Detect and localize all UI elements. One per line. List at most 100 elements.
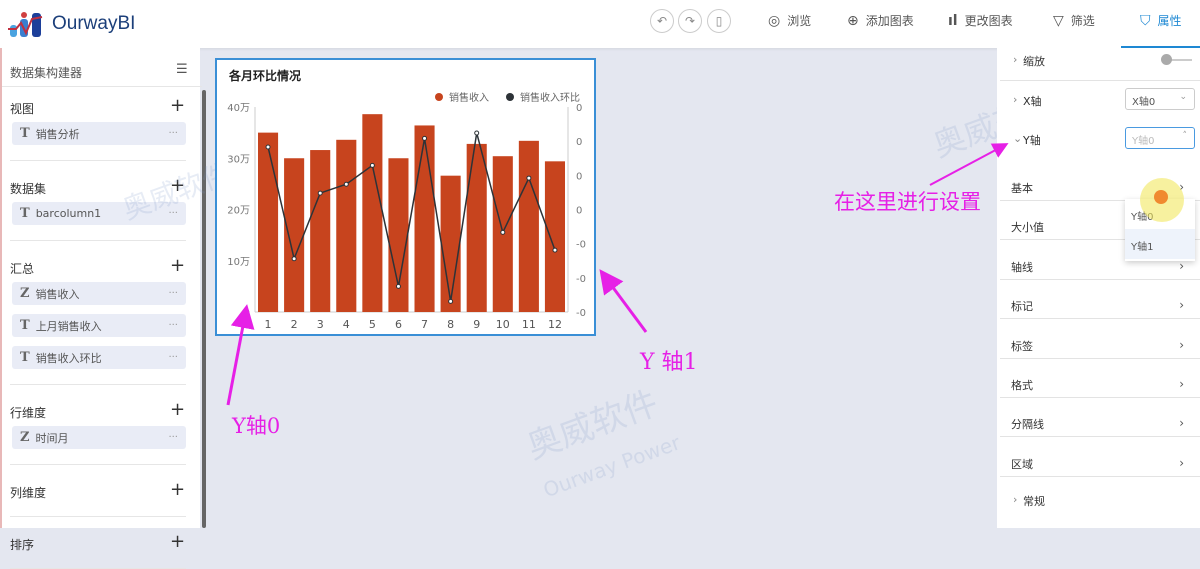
properties-panel: ›缩放 ›X轴 X轴0⌄ ⌄Y轴 Y轴0˄ 基本›大小值›轴线›标记›标签›格式… xyxy=(997,48,1200,528)
add-chart-label: 添加图表 xyxy=(865,14,914,28)
legend-swatch-sales xyxy=(435,93,443,101)
more-icon[interactable]: ··· xyxy=(168,128,178,139)
dropdown-option-y1[interactable]: Y轴1 xyxy=(1125,229,1195,259)
filter-button[interactable]: ▽ 筛选 xyxy=(1053,12,1095,29)
group-label: 标记 xyxy=(1011,300,1033,314)
x-tick-label: 12 xyxy=(548,318,562,331)
field-item[interactable]: T 销售收入环比 ··· xyxy=(12,346,186,369)
divider xyxy=(10,160,186,161)
add-chart-button[interactable]: ⊕ 添加图表 xyxy=(847,12,914,29)
properties-tab[interactable]: ⛉ 属性 xyxy=(1140,12,1182,29)
sidebar-scrollbar[interactable] xyxy=(202,90,206,528)
section-label: 汇总 xyxy=(10,262,35,276)
change-chart-button[interactable]: ıl 更改图表 xyxy=(948,12,1013,29)
ratio-point-1 xyxy=(265,144,271,150)
browse-button[interactable]: ◎ 浏览 xyxy=(768,12,811,29)
legend-swatch-ratio xyxy=(506,93,514,101)
y-axis-label: Y轴 xyxy=(1023,134,1041,147)
bar-9 xyxy=(466,143,487,312)
group-label: 格式 xyxy=(1011,379,1033,392)
plus-icon: + xyxy=(170,479,186,500)
chevron-right-icon: › xyxy=(1179,377,1184,391)
add-5-button[interactable]: + xyxy=(170,531,186,552)
divider xyxy=(1000,278,1200,280)
plus-icon: + xyxy=(170,531,186,552)
watermark: 奥威软件 Ourway Power xyxy=(521,383,684,503)
right-tick-label: -0 xyxy=(576,308,586,319)
undo-button[interactable]: ↶ xyxy=(650,9,674,33)
eye-icon: ◎ xyxy=(768,12,781,29)
logo[interactable]: OurwayBI xyxy=(8,9,135,39)
chevron-up-icon: ˄ xyxy=(1182,131,1188,141)
x-tick-label: 5 xyxy=(369,318,376,331)
x-axis-select[interactable]: X轴0 ⌄ xyxy=(1125,88,1195,110)
plus-icon: + xyxy=(170,399,186,420)
more-icon[interactable]: ··· xyxy=(168,320,178,331)
mobile-icon: ▯ xyxy=(715,14,723,28)
more-icon[interactable]: ··· xyxy=(168,208,178,219)
change-chart-label: 更改图表 xyxy=(964,14,1013,28)
field-item[interactable]: Z 销售收入 ··· xyxy=(12,282,186,305)
plus-icon: + xyxy=(170,175,186,196)
group-label: 区域 xyxy=(1011,457,1033,471)
divider xyxy=(1000,357,1200,359)
properties-label: 属性 xyxy=(1157,14,1182,28)
chart-card[interactable]: 各月环比情况 0 10万 20万 30万 40万 -0 -0 -0 0 0 0 0 1 2 3 4 5 6 7 8 9 1… xyxy=(215,58,596,336)
y-axis-select[interactable]: Y轴0 ˄ xyxy=(1125,127,1195,149)
collapse-icon[interactable]: ☰ xyxy=(176,62,188,77)
bar-11 xyxy=(518,140,539,312)
more-icon[interactable]: ··· xyxy=(168,352,178,363)
ratio-point-8 xyxy=(448,298,454,304)
add-3-button[interactable]: + xyxy=(170,399,186,420)
chevron-right-icon: › xyxy=(1179,298,1184,313)
dataset-builder-sidebar: 数据集构建器 ☰ 视图 + T 销售分析 ··· 数据集 + Tbarcolumn1 ··· 汇总… xyxy=(0,48,202,569)
group-label: 基本 xyxy=(1011,182,1033,195)
chevron-down-icon: ⌄ xyxy=(1179,92,1187,102)
plus-circle-icon: ⊕ xyxy=(847,12,859,29)
x-tick-label: 1 xyxy=(265,318,272,331)
ratio-point-4 xyxy=(343,181,349,187)
x-tick-label: 8 xyxy=(447,318,454,331)
add-0-button[interactable]: + xyxy=(170,97,185,115)
divider xyxy=(1000,318,1200,320)
field-label: 销售收入环比 xyxy=(35,351,102,365)
left-tick-label: 30万 xyxy=(227,154,250,165)
redo-icon: ↷ xyxy=(684,14,696,28)
add-1-button[interactable]: + xyxy=(170,175,186,196)
field-item[interactable]: T 上月销售收入 ··· xyxy=(12,314,186,337)
x-tick-label: 3 xyxy=(317,318,324,331)
annotation-y0: Y轴0 xyxy=(232,414,281,438)
field-item[interactable]: T 销售分析 ··· xyxy=(12,122,186,145)
x-axis-value: X轴0 xyxy=(1132,97,1156,108)
field-item[interactable]: Z 时间月 ··· xyxy=(12,426,186,449)
more-icon[interactable]: ··· xyxy=(168,288,178,299)
filter-icon: ▽ xyxy=(1053,12,1064,29)
group-label: 大小值 xyxy=(1011,221,1044,235)
field-label: 上月销售收入 xyxy=(35,319,102,333)
divider xyxy=(2,86,202,87)
field-type-icon: Z xyxy=(20,286,30,301)
ratio-point-9 xyxy=(474,130,480,136)
add-4-button[interactable]: + xyxy=(170,479,186,500)
divider xyxy=(1000,80,1200,81)
divider xyxy=(10,240,186,241)
more-icon[interactable]: ··· xyxy=(168,432,178,443)
redo-button[interactable]: ↷ xyxy=(678,9,702,33)
legend-label-ratio: 销售收入环比 xyxy=(520,91,580,104)
divider xyxy=(1000,397,1200,398)
right-tick-label: 0 xyxy=(576,171,582,182)
divider xyxy=(10,464,186,465)
section-label: 行维度 xyxy=(10,406,47,420)
bar-8 xyxy=(440,175,461,312)
annotation-y1: Y 轴1 xyxy=(640,350,698,375)
bar-4 xyxy=(336,139,357,312)
add-2-button[interactable]: + xyxy=(170,257,185,275)
field-item[interactable]: Tbarcolumn1 ··· xyxy=(12,202,186,225)
bar-5 xyxy=(362,114,383,312)
field-label: 销售收入 xyxy=(35,287,80,301)
app-name: OurwayBI xyxy=(52,13,136,34)
hand-cursor-icon xyxy=(1154,190,1168,204)
chevron-right-icon: › xyxy=(1179,416,1184,431)
field-label: 时间月 xyxy=(35,431,69,445)
mobile-preview-button[interactable]: ▯ xyxy=(707,9,731,33)
